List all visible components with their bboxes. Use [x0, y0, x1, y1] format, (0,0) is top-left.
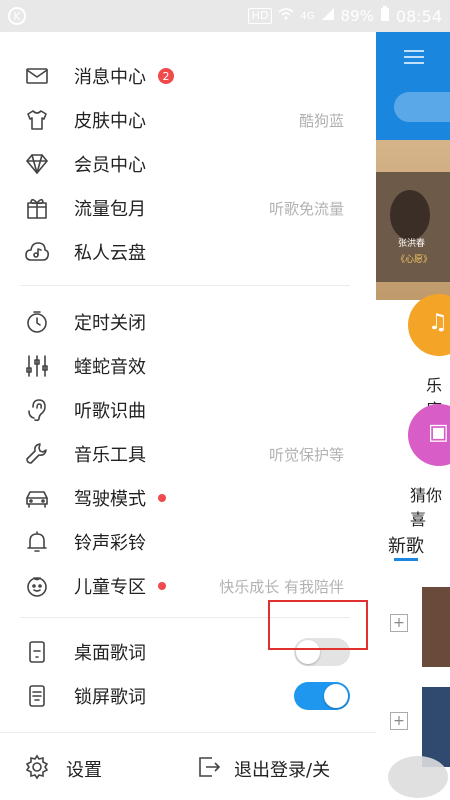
status-bar: K HD 4G 89% 08:54	[0, 0, 450, 32]
menu-item-label: 私人云盘	[74, 243, 146, 264]
menu-item-data-plan[interactable]: 流量包月 听歌免流量	[0, 188, 376, 228]
menu-item-song-recognition[interactable]: 听歌识曲	[0, 390, 376, 430]
menu-icon[interactable]	[404, 50, 424, 64]
envelope-icon	[24, 63, 50, 89]
poster-caption-2: 《心愿》	[396, 255, 433, 265]
annotation-highlight-box	[268, 600, 368, 650]
poster-caption: 张洪春	[398, 239, 426, 249]
menu-item-sound-effects[interactable]: 蝰蛇音效	[0, 346, 376, 386]
menu-item-label: 儿童专区	[74, 577, 146, 598]
menu-item-label: 定时关闭	[74, 313, 146, 334]
signal-icon	[321, 7, 335, 25]
add-icon[interactable]: +	[390, 712, 408, 730]
toggle-knob	[324, 684, 348, 708]
network-type: 4G	[300, 10, 315, 22]
background-main-screen: 张洪春 《心愿》 ♫ 乐库 ▣ 猜你喜 新歌 + +	[376, 32, 450, 800]
cloud-music-icon	[24, 239, 50, 265]
ear-icon	[24, 397, 50, 423]
new-dot	[158, 494, 166, 502]
menu-item-vip[interactable]: 会员中心	[0, 144, 376, 184]
lockscreen-lyrics-icon	[24, 683, 50, 709]
menu-item-messages[interactable]: 消息中心 2	[0, 56, 376, 96]
timer-icon	[24, 309, 50, 335]
guess-you-like-label: 猜你喜	[410, 486, 443, 529]
menu-item-label: 桌面歌词	[74, 643, 146, 664]
gift-icon	[24, 195, 50, 221]
logout-label: 退出登录/关	[234, 760, 331, 781]
phone-lyrics-icon	[24, 639, 50, 665]
menu-item-label: 锁屏歌词	[74, 687, 146, 708]
music-library-tile[interactable]: ♫	[408, 294, 450, 356]
new-songs-title: 新歌	[388, 536, 424, 557]
menu-item-ringtones[interactable]: 铃声彩铃	[0, 522, 376, 562]
banner-poster: 张洪春 《心愿》	[376, 172, 450, 282]
menu-item-sleep-timer[interactable]: 定时关闭	[0, 302, 376, 342]
song-thumbnail[interactable]	[422, 687, 450, 767]
bell-icon	[24, 529, 50, 555]
tshirt-icon	[24, 107, 50, 133]
menu-item-music-tools[interactable]: 音乐工具 听觉保护等	[0, 434, 376, 474]
exit-icon	[196, 754, 222, 784]
app-k-icon: K	[8, 7, 26, 25]
menu-item-sub: 快乐成长 有我陪伴	[219, 577, 344, 596]
unread-badge: 2	[158, 68, 174, 84]
section-underline	[394, 558, 418, 561]
artist-photo	[390, 190, 430, 240]
settings-label: 设置	[66, 760, 102, 781]
menu-item-driving-mode[interactable]: 驾驶模式	[0, 478, 376, 518]
equalizer-icon	[24, 353, 50, 379]
lockscreen-lyrics-toggle[interactable]	[294, 682, 350, 710]
battery-icon	[380, 6, 390, 26]
add-icon[interactable]: +	[390, 614, 408, 632]
divider	[0, 732, 376, 733]
menu-item-skin[interactable]: 皮肤中心 酷狗蓝	[0, 100, 376, 140]
guess-you-like-tile[interactable]: ▣	[408, 404, 450, 466]
menu-item-cloud-disk[interactable]: 私人云盘	[0, 232, 376, 272]
song-thumbnail[interactable]	[422, 587, 450, 667]
divider	[20, 285, 350, 286]
menu-item-label: 会员中心	[74, 155, 146, 176]
menu-item-label: 铃声彩铃	[74, 533, 146, 554]
battery-percent: 89%	[340, 7, 374, 25]
menu-item-lockscreen-lyrics: 锁屏歌词	[0, 676, 376, 716]
search-bar[interactable]	[394, 92, 450, 122]
menu-item-sub: 听歌免流量	[268, 199, 344, 218]
music-note-icon: ♫	[428, 310, 448, 335]
gear-icon	[24, 754, 50, 784]
menu-item-label: 驾驶模式	[74, 489, 146, 510]
radio-icon: ▣	[428, 420, 449, 445]
kid-face-icon	[24, 573, 50, 599]
menu-item-sub: 酷狗蓝	[298, 111, 344, 130]
menu-item-label: 皮肤中心	[74, 111, 146, 132]
wifi-icon	[278, 7, 294, 25]
menu-item-label: 听歌识曲	[74, 401, 146, 422]
menu-item-label: 消息中心	[74, 67, 146, 88]
settings-button[interactable]: 设置	[24, 752, 144, 782]
logout-button[interactable]: 退出登录/关	[196, 752, 376, 782]
menu-item-label: 音乐工具	[74, 445, 146, 466]
watermark-logo	[388, 756, 448, 798]
drawer-footer: 设置 退出登录/关	[0, 732, 376, 800]
side-drawer: 消息中心 2 皮肤中心 酷狗蓝 会员中心 流量包月 听歌免流量 私人云盘 定时关…	[0, 32, 376, 800]
menu-item-label: 流量包月	[74, 199, 146, 220]
main-header	[376, 32, 450, 140]
menu-item-sub: 听觉保护等	[268, 445, 344, 464]
new-dot	[158, 582, 166, 590]
car-icon	[24, 485, 50, 511]
diamond-icon	[24, 151, 50, 177]
hd-indicator: HD	[247, 8, 273, 24]
wrench-icon	[24, 441, 50, 467]
menu-item-label: 蝰蛇音效	[74, 357, 146, 378]
clock: 08:54	[395, 6, 442, 26]
